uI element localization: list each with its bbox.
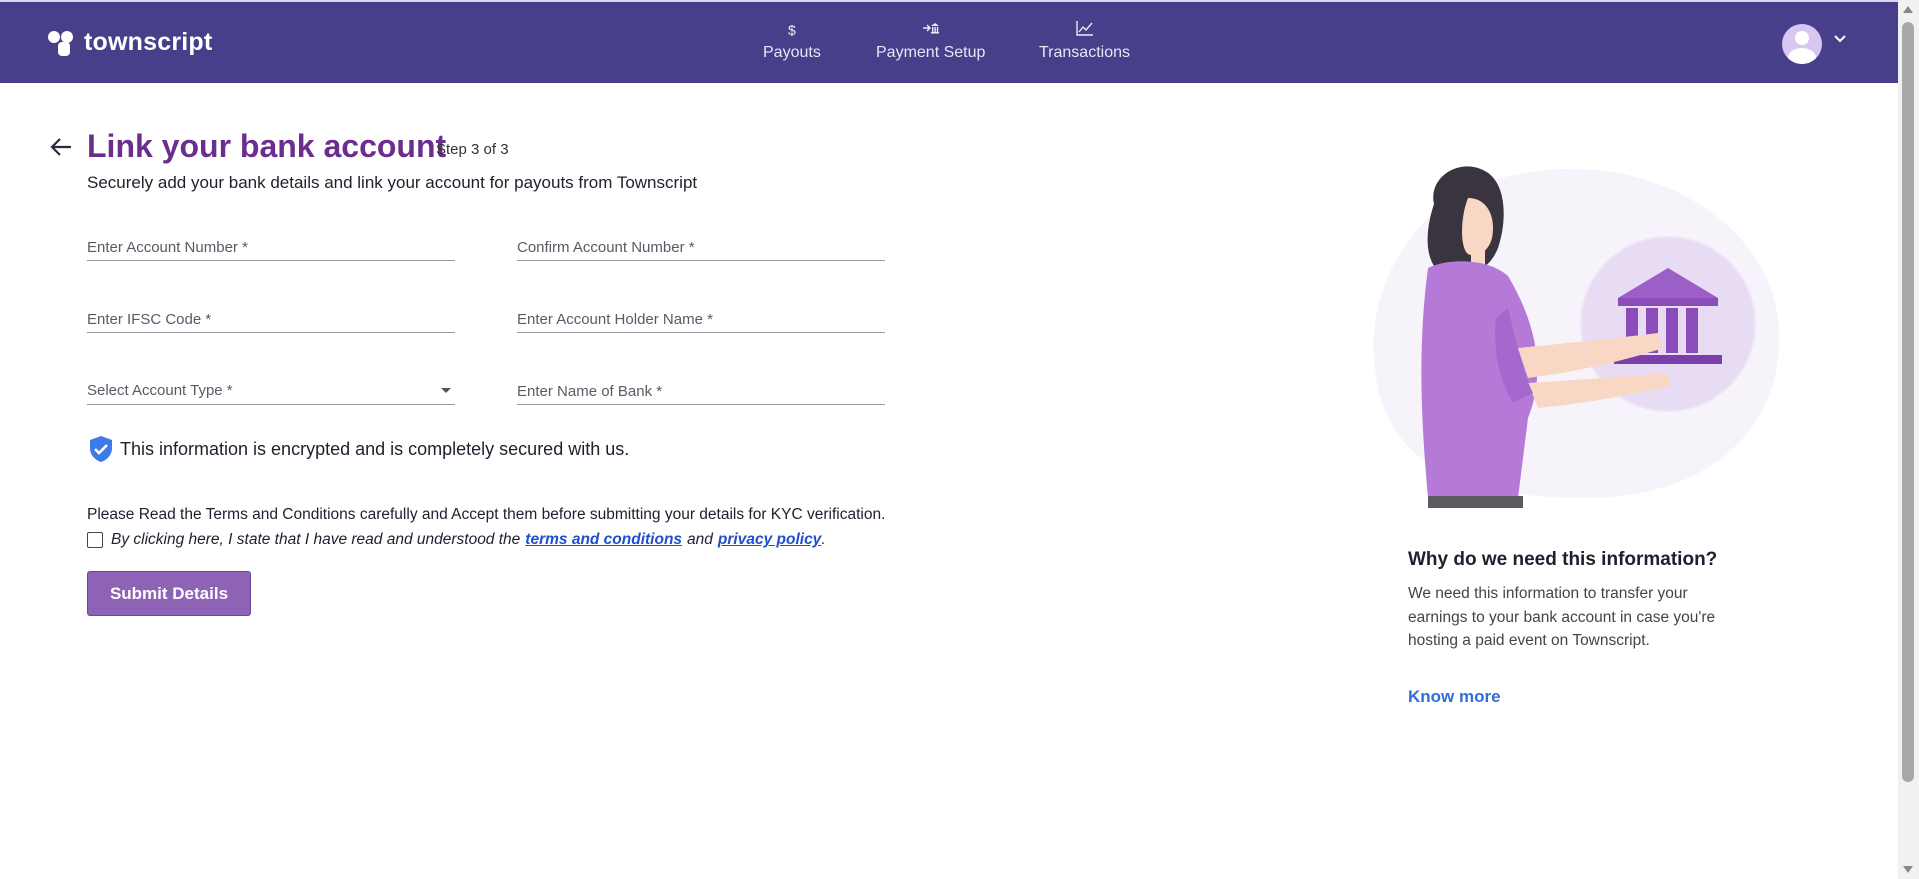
know-more-link[interactable]: Know more bbox=[1408, 687, 1501, 707]
nav-payment-setup[interactable]: Payment Setup bbox=[876, 20, 985, 62]
shield-check-icon bbox=[90, 436, 112, 462]
page-title: Link your bank account bbox=[87, 128, 447, 164]
scroll-down-arrow-icon[interactable] bbox=[1903, 866, 1913, 873]
chart-line-icon bbox=[1075, 20, 1094, 40]
nav-transactions-label: Transactions bbox=[1039, 44, 1130, 61]
nav-payment-setup-label: Payment Setup bbox=[876, 44, 986, 61]
logo-icon bbox=[48, 29, 76, 57]
nav-payouts-label: Payouts bbox=[763, 44, 821, 61]
step-indicator: Step 3 of 3 bbox=[436, 141, 509, 158]
terms-checkbox[interactable] bbox=[87, 532, 103, 548]
terms-suffix: . bbox=[821, 531, 826, 548]
account-type-value: Select Account Type * bbox=[87, 382, 233, 399]
holder-name-field bbox=[517, 293, 885, 333]
page-subtitle: Securely add your bank details and link … bbox=[87, 173, 698, 192]
back-arrow-icon[interactable] bbox=[48, 134, 74, 160]
confirm-account-number-input[interactable] bbox=[517, 221, 885, 260]
why-info-text: We need this information to transfer you… bbox=[1408, 585, 1716, 649]
bank-name-input[interactable] bbox=[517, 365, 885, 404]
account-number-input[interactable] bbox=[87, 221, 455, 260]
top-navbar: townscript $ Payouts Payment Setup Trans… bbox=[0, 0, 1898, 83]
ifsc-field bbox=[87, 293, 455, 333]
logo-text: townscript bbox=[84, 28, 213, 56]
townscript-logo[interactable]: townscript bbox=[48, 28, 212, 57]
holder-name-input[interactable] bbox=[517, 293, 885, 332]
chevron-down-icon[interactable] bbox=[1833, 32, 1847, 46]
bank-name-field bbox=[517, 365, 885, 405]
security-note: This information is encrypted and is com… bbox=[88, 435, 629, 463]
why-info-title: Why do we need this information? bbox=[1408, 549, 1718, 570]
bank-transfer-icon bbox=[922, 20, 940, 40]
terms-prefix: By clicking here, I state that I have re… bbox=[111, 531, 521, 548]
account-number-field bbox=[87, 221, 455, 261]
submit-details-button[interactable]: Submit Details bbox=[87, 571, 251, 616]
scroll-up-arrow-icon[interactable] bbox=[1903, 6, 1913, 13]
account-type-select[interactable]: Select Account Type * bbox=[87, 365, 455, 405]
page-scrollbar[interactable] bbox=[1898, 0, 1919, 879]
privacy-link[interactable]: privacy policy bbox=[718, 531, 821, 549]
terms-consent-row: By clicking here, I state that I have re… bbox=[87, 531, 826, 549]
nav-transactions[interactable]: Transactions bbox=[1039, 20, 1130, 62]
bank-illustration bbox=[1373, 166, 1780, 508]
security-text: This information is encrypted and is com… bbox=[120, 438, 630, 459]
scroll-thumb[interactable] bbox=[1902, 22, 1914, 782]
terms-and: and bbox=[687, 531, 713, 548]
dropdown-caret-icon bbox=[441, 388, 451, 393]
dollar-icon: $ bbox=[788, 22, 796, 38]
terms-link[interactable]: terms and conditions bbox=[525, 531, 682, 549]
user-avatar[interactable] bbox=[1782, 24, 1822, 64]
confirm-account-number-field bbox=[517, 221, 885, 261]
nav-payouts[interactable]: $ Payouts bbox=[763, 20, 821, 62]
terms-instruction: Please Read the Terms and Conditions car… bbox=[87, 506, 886, 523]
ifsc-input[interactable] bbox=[87, 293, 455, 332]
